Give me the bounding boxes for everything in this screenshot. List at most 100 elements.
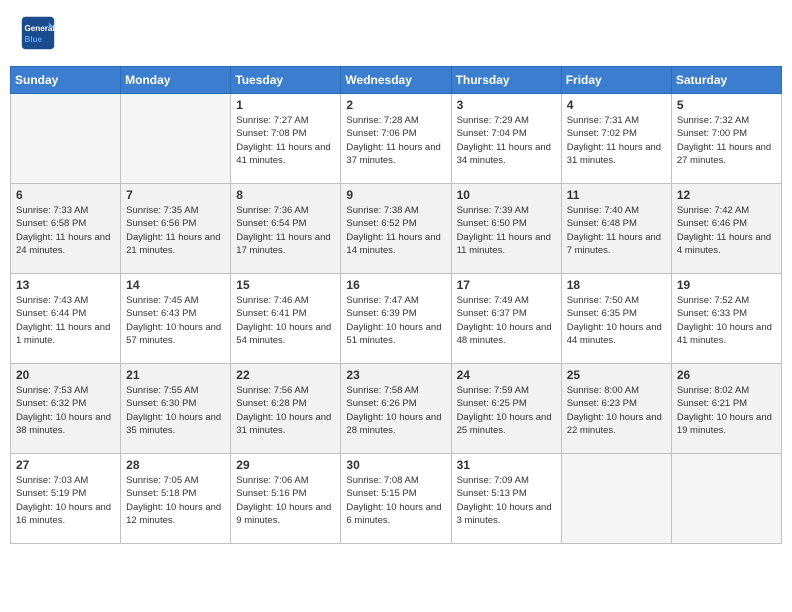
day-cell: 24Sunrise: 7:59 AMSunset: 6:25 PMDayligh… (451, 364, 561, 454)
day-number: 12 (677, 188, 776, 202)
day-cell: 29 Sunrise: 7:06 AMSunset: 5:16 PMDayligh… (231, 454, 341, 544)
calendar-header: SundayMondayTuesdayWednesdayThursdayFrid… (11, 67, 782, 94)
day-cell (121, 94, 231, 184)
day-number: 8 (236, 188, 335, 202)
day-cell: 3 Sunrise: 7:29 AMSunset: 7:04 PMDaylight… (451, 94, 561, 184)
day-cell: 12 Sunrise: 7:42 AMSunset: 6:46 PMDayligh… (671, 184, 781, 274)
day-number: 3 (457, 98, 556, 112)
day-cell: 13Sunrise: 7:43 AMSunset: 6:44 PMDayligh… (11, 274, 121, 364)
day-cell: 30 Sunrise: 7:08 AMSunset: 5:15 PMDayligh… (341, 454, 451, 544)
day-number: 31 (457, 458, 556, 472)
day-number: 2 (346, 98, 445, 112)
day-cell (11, 94, 121, 184)
day-cell: 5 Sunrise: 7:32 AMSunset: 7:00 PMDaylight… (671, 94, 781, 184)
day-info: Sunrise: 7:49 AMSunset: 6:37 PMDaylight:… (457, 294, 556, 347)
day-info: Sunrise: 7:29 AMSunset: 7:04 PMDaylight:… (457, 114, 556, 167)
day-cell: 22 Sunrise: 7:56 AMSunset: 6:28 PMDayligh… (231, 364, 341, 454)
day-info: Sunrise: 7:35 AMSunset: 6:56 PMDaylight:… (126, 204, 225, 257)
day-info: Sunrise: 7:05 AMSunset: 5:18 PMDaylight:… (126, 474, 225, 527)
header-cell-tuesday: Tuesday (231, 67, 341, 94)
header-cell-wednesday: Wednesday (341, 67, 451, 94)
day-info: Sunrise: 7:46 AMSunset: 6:41 PMDaylight:… (236, 294, 335, 347)
header-cell-sunday: Sunday (11, 67, 121, 94)
day-number: 11 (567, 188, 666, 202)
logo-icon: General Blue (20, 15, 56, 51)
week-row-1: 1 Sunrise: 7:27 AMSunset: 7:08 PMDaylight… (11, 94, 782, 184)
day-info: Sunrise: 7:09 AMSunset: 5:13 PMDaylight:… (457, 474, 556, 527)
day-number: 15 (236, 278, 335, 292)
day-cell: 25 Sunrise: 8:00 AMSunset: 6:23 PMDayligh… (561, 364, 671, 454)
day-info: Sunrise: 7:56 AMSunset: 6:28 PMDaylight:… (236, 384, 335, 437)
day-cell: 21 Sunrise: 7:55 AMSunset: 6:30 PMDayligh… (121, 364, 231, 454)
header-cell-friday: Friday (561, 67, 671, 94)
day-cell: 7 Sunrise: 7:35 AMSunset: 6:56 PMDaylight… (121, 184, 231, 274)
day-number: 27 (16, 458, 115, 472)
header-row: SundayMondayTuesdayWednesdayThursdayFrid… (11, 67, 782, 94)
day-cell: 17Sunrise: 7:49 AMSunset: 6:37 PMDayligh… (451, 274, 561, 364)
day-info: Sunrise: 7:27 AMSunset: 7:08 PMDaylight:… (236, 114, 335, 167)
day-number: 29 (236, 458, 335, 472)
day-cell: 11 Sunrise: 7:40 AMSunset: 6:48 PMDayligh… (561, 184, 671, 274)
day-number: 21 (126, 368, 225, 382)
day-cell: 2 Sunrise: 7:28 AMSunset: 7:06 PMDaylight… (341, 94, 451, 184)
day-cell: 18Sunrise: 7:50 AMSunset: 6:35 PMDayligh… (561, 274, 671, 364)
day-cell: 16 Sunrise: 7:47 AMSunset: 6:39 PMDayligh… (341, 274, 451, 364)
day-info: Sunrise: 7:40 AMSunset: 6:48 PMDaylight:… (567, 204, 666, 257)
calendar-table: SundayMondayTuesdayWednesdayThursdayFrid… (10, 66, 782, 544)
day-number: 16 (346, 278, 445, 292)
day-info: Sunrise: 7:58 AMSunset: 6:26 PMDaylight:… (346, 384, 445, 437)
day-cell: 10Sunrise: 7:39 AMSunset: 6:50 PMDayligh… (451, 184, 561, 274)
header-cell-saturday: Saturday (671, 67, 781, 94)
day-cell: 8Sunrise: 7:36 AMSunset: 6:54 PMDaylight… (231, 184, 341, 274)
day-cell (561, 454, 671, 544)
day-number: 19 (677, 278, 776, 292)
week-row-5: 27 Sunrise: 7:03 AMSunset: 5:19 PMDayligh… (11, 454, 782, 544)
day-info: Sunrise: 7:28 AMSunset: 7:06 PMDaylight:… (346, 114, 445, 167)
day-info: Sunrise: 7:50 AMSunset: 6:35 PMDaylight:… (567, 294, 666, 347)
day-cell: 4Sunrise: 7:31 AMSunset: 7:02 PMDaylight… (561, 94, 671, 184)
day-cell: 1 Sunrise: 7:27 AMSunset: 7:08 PMDaylight… (231, 94, 341, 184)
day-info: Sunrise: 7:03 AMSunset: 5:19 PMDaylight:… (16, 474, 115, 527)
header-cell-thursday: Thursday (451, 67, 561, 94)
day-info: Sunrise: 7:42 AMSunset: 6:46 PMDaylight:… (677, 204, 776, 257)
day-cell: 20Sunrise: 7:53 AMSunset: 6:32 PMDayligh… (11, 364, 121, 454)
day-number: 23 (346, 368, 445, 382)
day-info: Sunrise: 7:39 AMSunset: 6:50 PMDaylight:… (457, 204, 556, 257)
day-info: Sunrise: 7:47 AMSunset: 6:39 PMDaylight:… (346, 294, 445, 347)
day-info: Sunrise: 8:00 AMSunset: 6:23 PMDaylight:… (567, 384, 666, 437)
day-number: 7 (126, 188, 225, 202)
day-number: 30 (346, 458, 445, 472)
calendar-body: 1 Sunrise: 7:27 AMSunset: 7:08 PMDaylight… (11, 94, 782, 544)
day-info: Sunrise: 7:32 AMSunset: 7:00 PMDaylight:… (677, 114, 776, 167)
day-info: Sunrise: 7:06 AMSunset: 5:16 PMDaylight:… (236, 474, 335, 527)
day-cell: 28 Sunrise: 7:05 AMSunset: 5:18 PMDayligh… (121, 454, 231, 544)
week-row-3: 13Sunrise: 7:43 AMSunset: 6:44 PMDayligh… (11, 274, 782, 364)
day-number: 28 (126, 458, 225, 472)
day-number: 26 (677, 368, 776, 382)
day-cell: 9Sunrise: 7:38 AMSunset: 6:52 PMDaylight… (341, 184, 451, 274)
logo: General Blue (20, 15, 60, 51)
day-number: 6 (16, 188, 115, 202)
day-number: 24 (457, 368, 556, 382)
day-cell: 31 Sunrise: 7:09 AMSunset: 5:13 PMDayligh… (451, 454, 561, 544)
day-info: Sunrise: 7:08 AMSunset: 5:15 PMDaylight:… (346, 474, 445, 527)
day-cell (671, 454, 781, 544)
day-number: 25 (567, 368, 666, 382)
day-number: 22 (236, 368, 335, 382)
day-number: 1 (236, 98, 335, 112)
day-info: Sunrise: 7:52 AMSunset: 6:33 PMDaylight:… (677, 294, 776, 347)
week-row-2: 6Sunrise: 7:33 AMSunset: 6:58 PMDaylight… (11, 184, 782, 274)
week-row-4: 20Sunrise: 7:53 AMSunset: 6:32 PMDayligh… (11, 364, 782, 454)
day-cell: 14Sunrise: 7:45 AMSunset: 6:43 PMDayligh… (121, 274, 231, 364)
page-header: General Blue (10, 10, 782, 56)
day-number: 13 (16, 278, 115, 292)
day-cell: 6Sunrise: 7:33 AMSunset: 6:58 PMDaylight… (11, 184, 121, 274)
day-info: Sunrise: 7:55 AMSunset: 6:30 PMDaylight:… (126, 384, 225, 437)
day-number: 5 (677, 98, 776, 112)
day-cell: 27 Sunrise: 7:03 AMSunset: 5:19 PMDayligh… (11, 454, 121, 544)
svg-text:Blue: Blue (25, 35, 43, 44)
day-number: 9 (346, 188, 445, 202)
day-cell: 23 Sunrise: 7:58 AMSunset: 6:26 PMDayligh… (341, 364, 451, 454)
day-info: Sunrise: 8:02 AMSunset: 6:21 PMDaylight:… (677, 384, 776, 437)
header-cell-monday: Monday (121, 67, 231, 94)
